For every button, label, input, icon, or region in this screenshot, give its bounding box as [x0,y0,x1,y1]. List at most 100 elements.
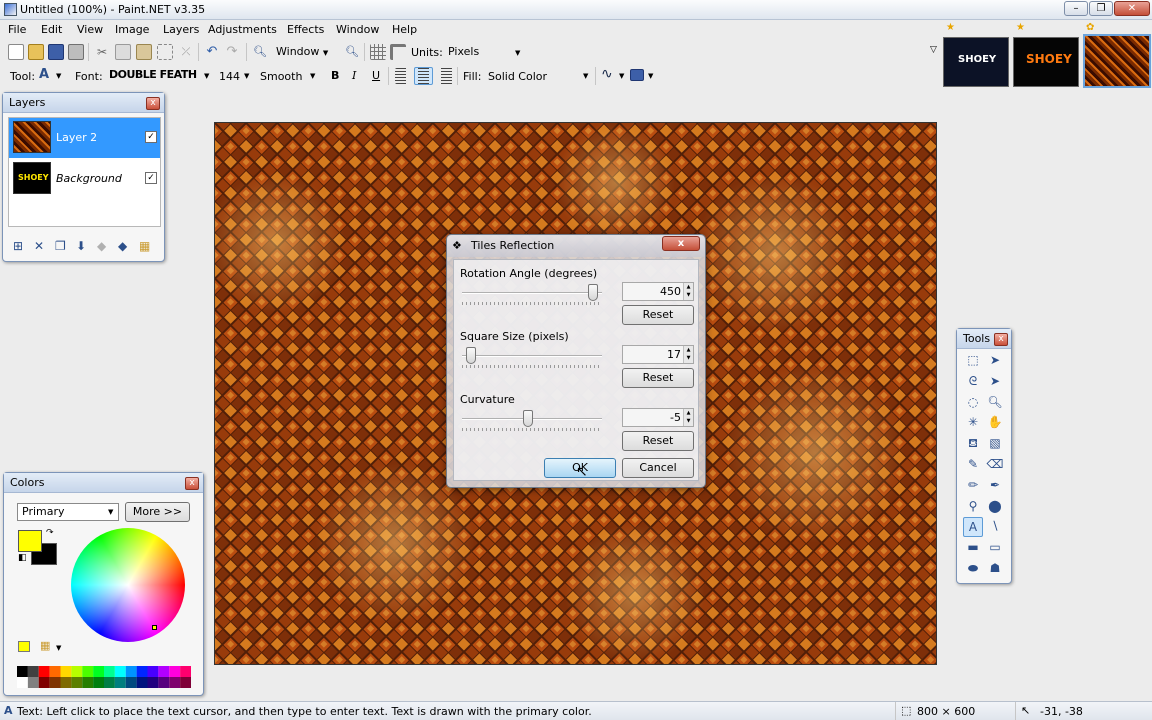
palette-swatch[interactable] [60,677,72,688]
image-thumbnail[interactable]: SHOEY [1013,37,1079,87]
rendering-mode-icon[interactable]: ∿ [601,66,613,82]
rotation-slider-thumb[interactable] [588,284,599,301]
move-layer-up-icon[interactable]: ◆ [97,239,106,253]
fill-combo[interactable]: Solid Color [488,70,547,83]
square-size-input[interactable]: 17 ▲ ▼ [622,345,694,364]
gradient-icon[interactable]: ▧ [985,434,1005,454]
palette-swatch[interactable] [114,666,126,677]
layer-visibility-checkbox[interactable]: ✓ [145,172,157,184]
tab-list-icon[interactable]: ▽ [930,45,937,55]
palette-swatch[interactable] [125,666,137,677]
layer-row-layer-2[interactable]: Layer 2 ✓ [9,118,160,158]
delete-layer-icon[interactable]: ✕ [34,239,44,253]
app-icon[interactable] [4,3,17,16]
align-right-icon[interactable] [437,68,453,84]
layers-close-icon[interactable]: x [146,97,160,110]
palette-swatch[interactable] [82,677,94,688]
layer-row-background[interactable]: SHOEY Background ✓ [9,159,160,199]
italic-button[interactable]: I [352,69,356,82]
rulers-icon[interactable] [390,44,406,60]
layer-properties-icon[interactable]: ▦ [139,239,150,253]
chevron-down-icon[interactable]: ▼ [310,72,315,80]
chevron-down-icon[interactable]: ▼ [583,72,588,80]
maximize-button[interactable]: ❐ [1089,1,1113,16]
menu-layers[interactable]: Layers [163,23,199,36]
color-picker-icon[interactable]: ✒ [985,476,1005,496]
move-selection-icon[interactable]: ➤ [985,351,1005,371]
rotation-slider-track[interactable] [462,292,602,294]
move-layer-down-icon[interactable]: ◆ [118,239,127,253]
paste-icon[interactable] [136,44,152,60]
align-left-icon[interactable] [395,68,411,84]
deselect-icon[interactable]: ⤫ [178,44,194,60]
minimize-button[interactable]: – [1064,1,1088,16]
paint-bucket-icon[interactable]: ⛾ [963,434,983,454]
font-combo[interactable]: DOUBLE FEATH [109,68,197,81]
palette-swatch[interactable] [71,666,83,677]
menu-effects[interactable]: Effects [287,23,324,36]
palette-menu-icon[interactable]: ▦ [40,639,50,652]
chevron-down-icon[interactable]: ▼ [56,644,61,652]
colors-close-icon[interactable]: x [185,477,199,490]
color-mode-combo[interactable]: Primary ▼ [17,503,119,521]
spin-arrows-icon[interactable]: ▲ ▼ [683,283,693,300]
palette-swatch[interactable] [60,666,72,677]
add-to-palette-icon[interactable] [18,641,30,652]
palette-swatch[interactable] [27,677,39,688]
palette-swatch[interactable] [93,677,104,688]
ellipse-select-icon[interactable]: ◌ [963,393,983,413]
line-curve-icon[interactable]: ∖ [985,517,1005,537]
recolor-icon[interactable]: ⬤ [985,497,1005,517]
palette-swatch[interactable] [125,677,137,688]
square-size-reset-button[interactable]: Reset [622,368,694,388]
spin-arrows-icon[interactable]: ▲ ▼ [683,409,693,426]
grid-icon[interactable] [370,44,386,60]
palette-swatch[interactable] [147,677,159,688]
duplicate-layer-icon[interactable]: ❐ [55,239,66,253]
rotation-input[interactable]: 450 ▲ ▼ [622,282,694,301]
open-folder-icon[interactable] [28,44,44,60]
palette-swatch[interactable] [158,677,170,688]
color-wheel-marker[interactable] [152,625,157,630]
move-selected-pixels-icon[interactable]: ➤ [985,372,1005,392]
redo-icon[interactable]: ↷ [224,44,240,60]
image-thumbnail-active[interactable] [1083,34,1151,88]
palette-swatch[interactable] [136,666,148,677]
palette-swatch[interactable] [114,677,126,688]
cut-icon[interactable]: ✂ [94,44,110,60]
palette-swatch[interactable] [104,677,115,688]
menu-view[interactable]: View [77,23,103,36]
tools-close-icon[interactable]: x [994,333,1008,346]
palette-swatch[interactable] [17,666,28,677]
pencil-icon[interactable]: ✏ [963,476,983,496]
rounded-rectangle-icon[interactable]: ▭ [985,538,1005,558]
palette-swatch[interactable] [71,677,83,688]
rectangle-icon[interactable]: ▬ [963,538,983,558]
color-wheel[interactable] [71,528,185,642]
units-combo[interactable]: Pixels ▼ [444,43,524,61]
zoom-in-icon[interactable]: 🔍︎ [344,44,360,60]
magic-wand-icon[interactable]: ✳ [963,413,983,433]
chevron-down-icon[interactable]: ▼ [204,72,209,80]
print-icon[interactable] [68,44,84,60]
palette-swatch[interactable] [169,677,181,688]
primary-color-swatch[interactable] [18,530,42,552]
palette-swatch[interactable] [158,666,170,677]
swap-colors-icon[interactable]: ↷ [46,528,54,538]
palette-swatch[interactable] [93,666,104,677]
clone-stamp-icon[interactable]: ⚲ [963,497,983,517]
palette-swatch[interactable] [49,666,61,677]
menu-edit[interactable]: Edit [41,23,62,36]
palette-swatch[interactable] [49,677,61,688]
undo-icon[interactable]: ↶ [204,44,220,60]
menu-image[interactable]: Image [115,23,149,36]
copy-icon[interactable] [115,44,131,60]
lasso-select-icon[interactable]: ᘓ [963,372,983,392]
save-icon[interactable] [48,44,64,60]
crop-to-selection-icon[interactable] [157,44,173,60]
curvature-reset-button[interactable]: Reset [622,431,694,451]
menu-help[interactable]: Help [392,23,417,36]
zoom-out-icon[interactable]: 🔍︎ [252,44,268,60]
palette-swatch[interactable] [136,677,148,688]
palette-swatch[interactable] [27,666,39,677]
